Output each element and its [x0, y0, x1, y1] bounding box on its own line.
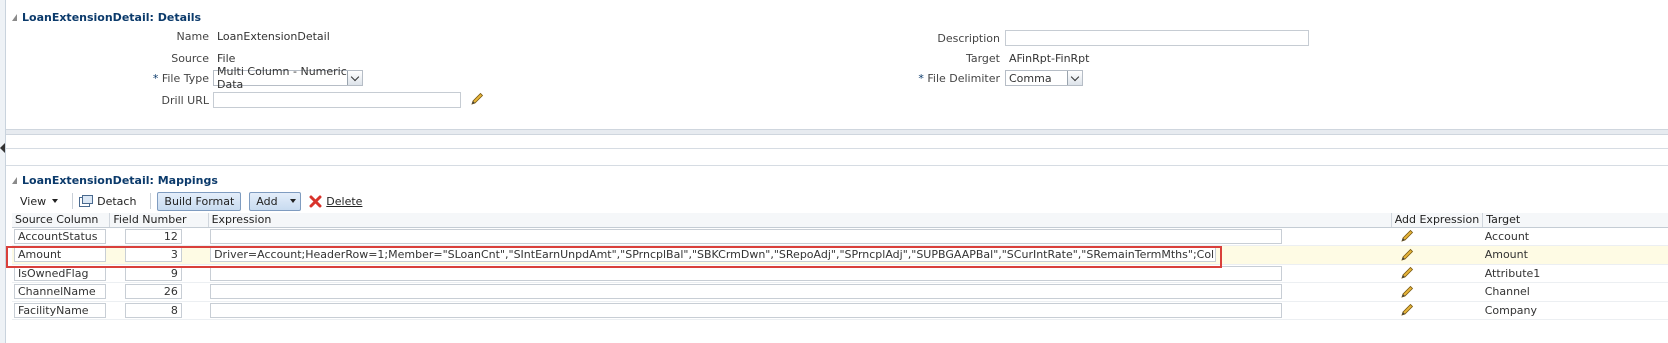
- expression-cell[interactable]: Driver=Account;HeaderRow=1;Member="SLoan…: [210, 247, 1217, 263]
- source-column-cell[interactable]: AccountStatus: [14, 228, 106, 244]
- col-header-add-expression[interactable]: Add Expression: [1391, 213, 1484, 228]
- chevron-down-icon: [350, 72, 360, 81]
- add-button[interactable]: Add: [249, 191, 302, 211]
- expression-cell[interactable]: [210, 284, 1283, 300]
- drillurl-input[interactable]: [213, 92, 461, 108]
- chevron-down-icon: [52, 199, 59, 203]
- target-cell: Company: [1482, 301, 1668, 320]
- field-number-cell[interactable]: 9: [124, 265, 182, 281]
- build-format-button[interactable]: Build Format: [157, 191, 242, 211]
- target-value: AFinRpt-FinRpt: [1009, 52, 1090, 65]
- detach-button[interactable]: Detach: [79, 194, 137, 208]
- details-title: LoanExtensionDetail: Details: [22, 10, 202, 24]
- col-header-source-column[interactable]: Source Column: [12, 213, 111, 228]
- source-label: Source: [171, 52, 209, 65]
- collapse-left-icon[interactable]: [0, 143, 5, 153]
- field-number-cell[interactable]: 12: [124, 228, 182, 244]
- source-column-cell[interactable]: ChannelName: [14, 284, 106, 300]
- add-expression-pencil-icon[interactable]: [1393, 284, 1481, 300]
- field-number-cell[interactable]: 3: [124, 247, 182, 263]
- description-input[interactable]: [1005, 30, 1309, 46]
- add-dropdown-icon[interactable]: [289, 199, 296, 203]
- source-column-cell[interactable]: IsOwnedFlag: [14, 265, 106, 281]
- divider: [6, 165, 1668, 166]
- table-header-row: Source Column Field Number Expression Ad…: [12, 213, 1668, 228]
- detach-icon: [79, 194, 94, 207]
- table-row[interactable]: Amount 3 Driver=Account;HeaderRow=1;Memb…: [12, 245, 1668, 265]
- drillurl-label: Drill URL: [161, 94, 209, 107]
- table-row[interactable]: IsOwnedFlag 9 Attribute1: [12, 264, 1668, 283]
- section-splitter[interactable]: [6, 129, 1668, 135]
- required-mark: *: [152, 72, 159, 85]
- toolbar-separator: [150, 193, 152, 209]
- table-row[interactable]: ChannelName 26 Channel: [12, 282, 1668, 302]
- add-expression-pencil-icon[interactable]: [1393, 247, 1481, 263]
- col-header-field-number[interactable]: Field Number: [109, 213, 209, 228]
- view-menu[interactable]: View: [20, 194, 59, 208]
- view-menu-label: View: [20, 194, 47, 208]
- details-panel-header[interactable]: LoanExtensionDetail: Details: [12, 9, 201, 25]
- required-mark: *: [918, 72, 924, 85]
- filetype-select[interactable]: Multi Column - Numeric Data: [213, 65, 363, 91]
- field-number-cell[interactable]: 26: [124, 284, 182, 300]
- description-label: Description: [937, 32, 1000, 45]
- filetype-select-value: Multi Column - Numeric Data: [217, 65, 347, 91]
- left-collapse-strip[interactable]: [0, 0, 6, 343]
- target-cell: Account: [1482, 227, 1668, 246]
- expression-cell[interactable]: [210, 228, 1283, 244]
- target-cell: Attribute1: [1482, 264, 1668, 283]
- filetype-dropdown-button[interactable]: [347, 71, 362, 85]
- target-label: Target: [965, 52, 1000, 65]
- source-column-cell[interactable]: FacilityName: [14, 302, 106, 318]
- expression-cell[interactable]: [210, 302, 1283, 318]
- delete-label: Delete: [326, 194, 363, 208]
- col-header-target[interactable]: Target: [1482, 213, 1668, 228]
- filedelim-label-text: File Delimiter: [927, 72, 1000, 85]
- mappings-title: LoanExtensionDetail: Mappings: [22, 173, 218, 187]
- filedelim-dropdown-button[interactable]: [1067, 71, 1082, 85]
- filedelim-label: * File Delimiter: [870, 72, 1000, 85]
- filedelim-select-value: Comma: [1009, 71, 1052, 85]
- table-row[interactable]: FacilityName 8 Company: [12, 301, 1668, 320]
- edit-drillurl-pencil-icon[interactable]: [469, 91, 487, 109]
- table-row[interactable]: AccountStatus 12 Account: [12, 227, 1668, 246]
- mappings-toolbar: View Detach Build Format Add Delete: [12, 191, 370, 211]
- toolbar-separator: [72, 193, 74, 209]
- add-expression-pencil-icon[interactable]: [1393, 228, 1481, 244]
- target-cell: Amount: [1482, 245, 1668, 265]
- field-number-cell[interactable]: 8: [124, 302, 182, 318]
- disclosure-triangle-icon[interactable]: [12, 176, 17, 184]
- target-cell: Channel: [1482, 282, 1668, 302]
- filetype-label-text: File Type: [161, 72, 209, 85]
- name-label: Name: [176, 30, 209, 43]
- mappings-panel-header[interactable]: LoanExtensionDetail: Mappings: [12, 172, 218, 188]
- chevron-down-icon: [1070, 72, 1080, 81]
- name-value: LoanExtensionDetail: [217, 30, 330, 43]
- disclosure-triangle-icon[interactable]: [12, 13, 17, 21]
- detach-label: Detach: [97, 194, 137, 208]
- filetype-label: * File Type: [100, 72, 209, 85]
- source-value: File: [217, 52, 236, 65]
- delete-button[interactable]: Delete: [309, 195, 362, 208]
- mappings-table: Source Column Field Number Expression Ad…: [12, 213, 1668, 320]
- expression-cell[interactable]: [210, 265, 1283, 281]
- source-column-cell[interactable]: Amount: [14, 247, 106, 263]
- col-header-expression[interactable]: Expression: [208, 213, 1392, 228]
- add-label: Add: [256, 194, 278, 208]
- add-expression-pencil-icon[interactable]: [1393, 302, 1481, 318]
- delete-x-icon: [309, 195, 322, 207]
- filedelim-select[interactable]: Comma: [1005, 70, 1083, 86]
- divider: [6, 148, 1668, 149]
- add-expression-pencil-icon[interactable]: [1393, 265, 1481, 281]
